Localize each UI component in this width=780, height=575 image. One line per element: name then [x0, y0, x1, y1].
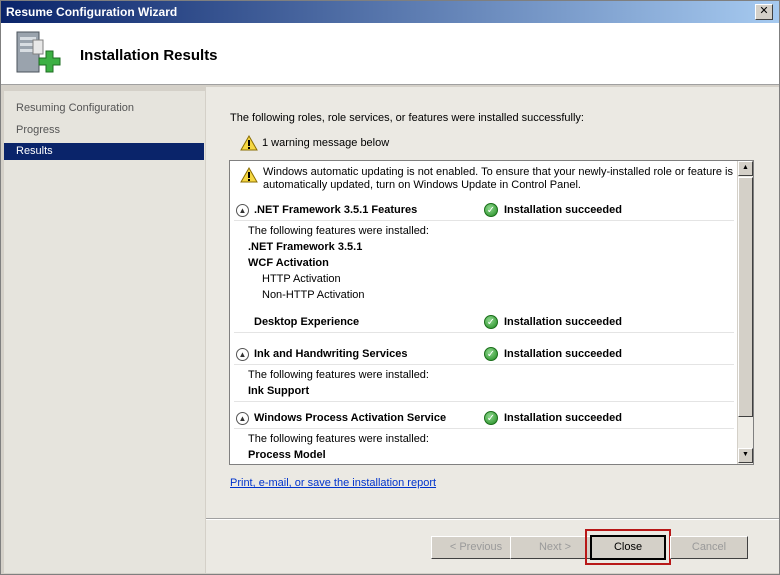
- page-title: Installation Results: [80, 47, 218, 64]
- section-title: Windows Process Activation Service: [254, 412, 447, 424]
- success-check-icon: ✓: [484, 203, 498, 217]
- sidebar-item-progress: Progress: [16, 124, 61, 136]
- wizard-window: Resume Configuration Wizard ✕ Installati…: [0, 0, 780, 575]
- wizard-sidebar: Resuming Configuration Progress Results: [4, 91, 205, 573]
- warning-icon: [240, 135, 258, 151]
- scroll-up-arrow-icon[interactable]: ▲: [738, 161, 753, 176]
- scroll-thumb[interactable]: [738, 177, 753, 417]
- feature-item: WCF Activation: [248, 257, 329, 269]
- section-status: Installation succeeded: [504, 412, 622, 424]
- feature-item: .NET Framework 3.5.1: [248, 241, 363, 253]
- success-check-icon: ✓: [484, 315, 498, 329]
- intro-text: The following roles, role services, or f…: [230, 112, 584, 124]
- warning-summary-text: 1 warning message below: [262, 137, 390, 149]
- footer-divider: [206, 518, 779, 520]
- close-button[interactable]: Close: [590, 535, 666, 560]
- feature-item: Non-HTTP Activation: [262, 289, 365, 301]
- features-installed-text: The following features were installed:: [248, 369, 429, 381]
- previous-button[interactable]: < Previous: [431, 536, 521, 559]
- features-installed-text: The following features were installed:: [248, 225, 429, 237]
- collapse-chevron-icon[interactable]: ▲: [236, 412, 249, 425]
- scroll-down-arrow-icon[interactable]: ▼: [738, 448, 753, 463]
- warning-icon: [240, 167, 258, 183]
- wizard-content: The following roles, role services, or f…: [206, 87, 779, 573]
- collapse-chevron-icon[interactable]: ▲: [236, 348, 249, 361]
- section-divider: [234, 332, 734, 333]
- cancel-button[interactable]: Cancel: [670, 536, 748, 559]
- section-divider: [234, 220, 734, 221]
- title-bar: Resume Configuration Wizard ✕: [1, 1, 779, 23]
- sidebar-item-results: Results: [4, 143, 204, 160]
- results-list[interactable]: Windows automatic updating is not enable…: [229, 160, 754, 465]
- warning-message-line2: automatically updated, turn on Windows U…: [263, 179, 581, 191]
- section-divider: [234, 428, 734, 429]
- sidebar-item-resuming-configuration: Resuming Configuration: [16, 102, 135, 114]
- window-close-button[interactable]: ✕: [755, 4, 773, 20]
- wizard-header: Installation Results: [1, 23, 779, 85]
- sub-feature-status: Installation succeeded: [504, 316, 622, 328]
- success-check-icon: ✓: [484, 411, 498, 425]
- results-scrollbar[interactable]: ▲ ▼: [737, 161, 753, 464]
- warning-message-line1: Windows automatic updating is not enable…: [263, 166, 734, 178]
- section-divider: [234, 364, 734, 365]
- section-status: Installation succeeded: [504, 348, 622, 360]
- server-install-icon: [16, 31, 61, 73]
- feature-item: HTTP Activation: [262, 273, 341, 285]
- collapse-chevron-icon[interactable]: ▲: [236, 204, 249, 217]
- success-check-icon: ✓: [484, 347, 498, 361]
- sub-feature-title: Desktop Experience: [254, 316, 360, 328]
- features-installed-text: The following features were installed:: [248, 433, 429, 445]
- feature-item: Process Model: [248, 449, 326, 461]
- window-title: Resume Configuration Wizard: [6, 5, 178, 19]
- installation-report-link[interactable]: Print, e-mail, or save the installation …: [230, 477, 436, 489]
- section-divider: [234, 401, 734, 402]
- section-status: Installation succeeded: [504, 204, 622, 216]
- feature-item: Ink Support: [248, 385, 310, 397]
- section-title: Ink and Handwriting Services: [254, 348, 408, 360]
- section-title: .NET Framework 3.5.1 Features: [254, 204, 418, 216]
